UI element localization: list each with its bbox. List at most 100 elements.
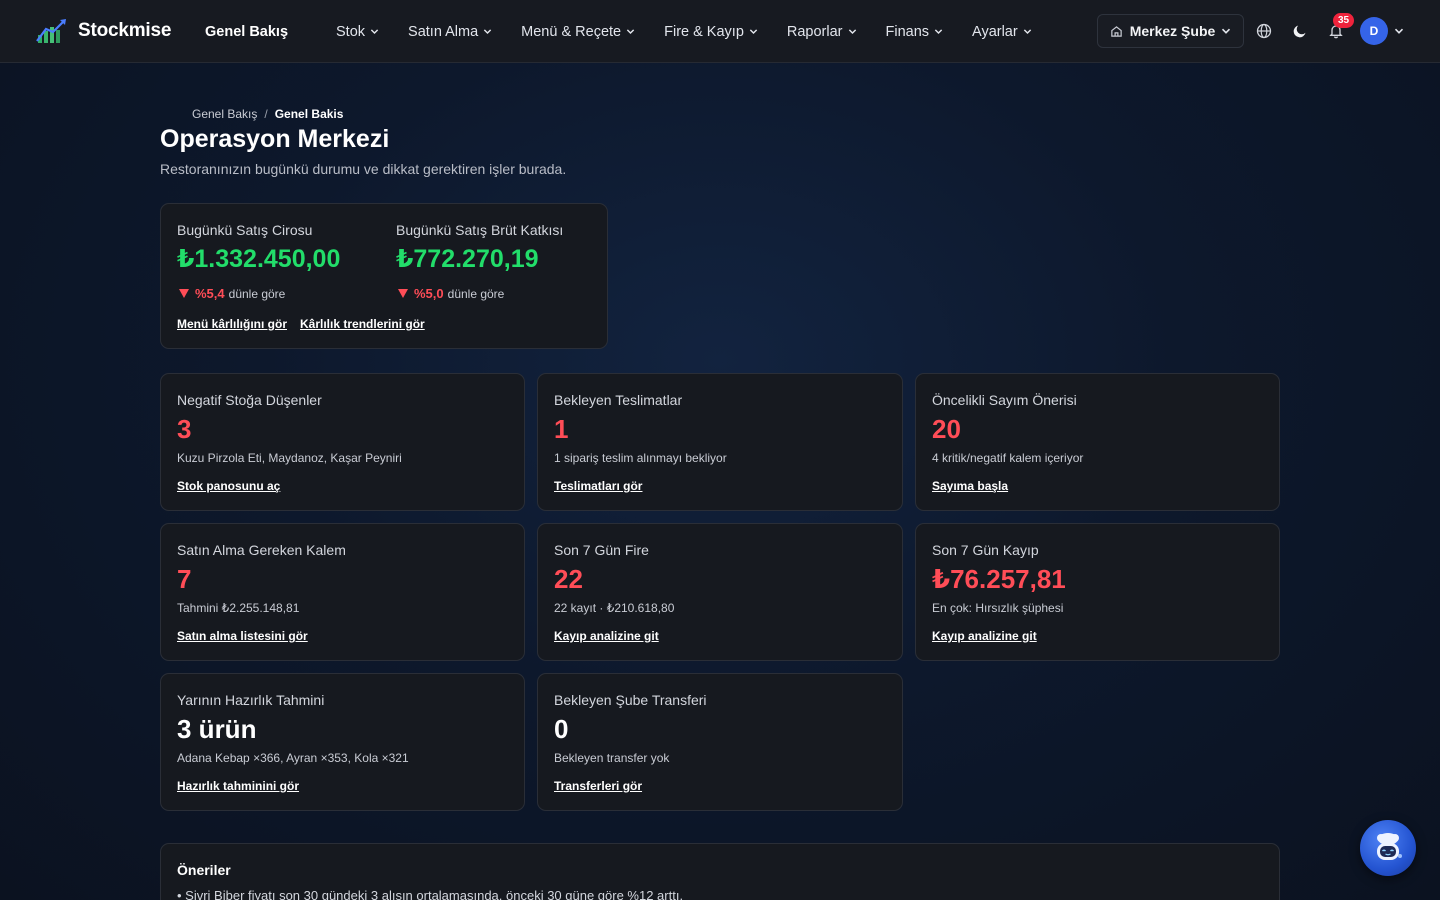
assistant-button[interactable] [1360, 820, 1416, 876]
moon-icon [1293, 25, 1306, 38]
card-value: 22 [554, 564, 583, 594]
gross-change-percent: %5,0 [414, 286, 444, 301]
chevron-down-icon[interactable] [1394, 26, 1404, 36]
card-description: 22 kayıt · ₺210.618,80 [554, 601, 675, 615]
bar-chart-logo-icon [36, 19, 66, 43]
card-label: Satın Alma Gereken Kalem [177, 542, 346, 558]
transfers-link[interactable]: Transferleri gör [554, 779, 642, 793]
revenue-value: ₺1.332.450,00 [177, 245, 341, 273]
kpi-card-negative-stock: Negatif Stoğa Düşenler 3 Kuzu Pirzola Et… [160, 373, 525, 511]
nav-menu-recete[interactable]: Menü & Reçete [521, 24, 635, 40]
card-label: Bekleyen Şube Transferi [554, 692, 707, 708]
menu-profitability-link[interactable]: Menü kârlılığını gör [177, 317, 287, 331]
card-value: 3 ürün [177, 714, 257, 744]
chevron-down-icon [370, 29, 379, 35]
chevron-down-icon [749, 29, 758, 35]
chevron-down-icon [848, 29, 856, 35]
nav-label: Raporlar [786, 23, 843, 40]
gross-value: ₺772.270,19 [396, 245, 539, 273]
card-description: Tahmini ₺2.255.148,81 [177, 601, 300, 615]
nav-raporlar[interactable]: Raporlar [787, 24, 857, 40]
kpi-card-prep-forecast: Yarının Hazırlık Tahmini 3 ürün Adana Ke… [160, 673, 525, 811]
notification-count-badge: 35 [1333, 13, 1354, 28]
card-value: 3 [177, 414, 192, 444]
nav-label: Ayarlar [972, 23, 1018, 40]
card-value: ₺76.257,81 [932, 564, 1066, 594]
revenue-change-percent: %5,4 [195, 286, 225, 301]
nav-label: Satın Alma [408, 23, 479, 40]
chevron-down-icon [483, 29, 492, 35]
start-count-link[interactable]: Sayıma başla [932, 479, 1008, 493]
revenue-change-suffix: dünle göre [228, 286, 286, 301]
nav-ayarlar[interactable]: Ayarlar [972, 24, 1032, 40]
branch-selector-button[interactable]: Merkez Şube [1097, 14, 1244, 48]
globe-icon [1256, 23, 1272, 39]
nav-satin-alma[interactable]: Satın Alma [408, 24, 492, 40]
store-icon [1110, 25, 1122, 37]
revenue-label: Bugünkü Satış Cirosu [177, 222, 313, 238]
card-label: Yarının Hazırlık Tahmini [177, 692, 325, 708]
card-description: Kuzu Pirzola Eti, Maydanoz, Kaşar Peynir… [177, 451, 402, 465]
suggestions-card: Öneriler • Sivri Biber fiyatı son 30 gün… [160, 843, 1280, 900]
avatar[interactable]: D [1360, 17, 1388, 45]
avatar-initial: D [1369, 24, 1379, 38]
breadcrumb-separator: / [264, 107, 268, 121]
card-description: Bekleyen transfer yok [554, 751, 670, 765]
kpi-card-branch-transfer: Bekleyen Şube Transferi 0 Bekleyen trans… [537, 673, 903, 811]
gross-change-suffix: dünle göre [447, 286, 505, 301]
brand-name: Stockmise [78, 20, 172, 41]
sales-summary-card: Bugünkü Satış Cirosu ₺1.332.450,00 %5,4 … [160, 203, 608, 349]
card-value: 1 [554, 414, 569, 444]
card-label: Son 7 Gün Fire [554, 542, 649, 558]
brand[interactable]: Stockmise [36, 17, 171, 45]
card-value: 0 [554, 714, 569, 744]
prep-forecast-link[interactable]: Hazırlık tahminini gör [177, 779, 299, 793]
breadcrumb-current: Genel Bakis [274, 107, 344, 121]
gross-change: %5,0 dünle göre [398, 286, 504, 301]
kpi-card-purchase-needed: Satın Alma Gereken Kalem 7 Tahmini ₺2.25… [160, 523, 525, 661]
nav-label: Genel Bakış [205, 23, 289, 40]
branch-label: Merkez Şube [1129, 23, 1216, 39]
kpi-card-waste-7-days: Son 7 Gün Fire 22 22 kayıt · ₺210.618,80… [537, 523, 903, 661]
stock-dashboard-link[interactable]: Stok panosunu aç [177, 479, 280, 493]
nav-finans[interactable]: Finans [886, 24, 944, 40]
chevron-down-icon [1222, 28, 1231, 34]
card-description: Adana Kebap ×366, Ayran ×353, Kola ×321 [177, 751, 409, 765]
card-label: Son 7 Gün Kayıp [932, 542, 1039, 558]
nav-label: Stok [336, 23, 366, 40]
chevron-down-icon [626, 29, 635, 35]
purchase-list-link[interactable]: Satın alma listesini gör [177, 629, 308, 643]
nav-label: Finans [885, 23, 930, 40]
nav-stok[interactable]: Stok [336, 24, 379, 40]
gross-label: Bugünkü Satış Brüt Katkısı [396, 222, 564, 238]
triangle-down-icon [179, 289, 189, 298]
suggestion-item: • Sivri Biber fiyatı son 30 gündeki 3 al… [177, 888, 684, 900]
revenue-change: %5,4 dünle göre [179, 286, 285, 301]
card-label: Bekleyen Teslimatlar [554, 392, 683, 408]
breadcrumb-root[interactable]: Genel Bakış [192, 107, 257, 121]
kpi-card-pending-deliveries: Bekleyen Teslimatlar 1 1 sipariş teslim … [537, 373, 903, 511]
nav-genel-bakis[interactable]: Genel Bakış [205, 24, 288, 40]
theme-toggle-button[interactable] [1290, 21, 1310, 41]
profitability-trends-link[interactable]: Kârlılık trendlerini gör [300, 317, 425, 331]
loss-analysis-link[interactable]: Kayıp analizine git [554, 629, 659, 643]
card-description: En çok: Hırsızlık şüphesi [932, 601, 1064, 615]
page-title: Operasyon Merkezi [160, 125, 390, 153]
card-description: 1 sipariş teslim alınmayı bekliyor [554, 451, 727, 465]
language-button[interactable] [1254, 21, 1274, 41]
chevron-down-icon [934, 29, 943, 35]
main-nav: Genel Bakış Stok Satın Alma Menü & Reçet… [205, 0, 1032, 63]
page-subtitle: Restoranınızın bugünkü durumu ve dikkat … [160, 161, 567, 177]
kpi-card-priority-count: Öncelikli Sayım Önerisi 20 4 kritik/nega… [915, 373, 1280, 511]
card-value: 20 [932, 414, 961, 444]
breadcrumb: Genel Bakış / Genel Bakis [192, 107, 343, 121]
chef-robot-icon [1377, 833, 1402, 860]
top-navbar: Stockmise Genel Bakış Stok Satın Alma Me… [0, 0, 1440, 63]
nav-label: Fire & Kayıp [664, 23, 744, 40]
card-value: 7 [177, 564, 192, 594]
nav-label: Menü & Reçete [521, 23, 622, 40]
nav-fire-kayip[interactable]: Fire & Kayıp [664, 24, 758, 40]
deliveries-link[interactable]: Teslimatları gör [554, 479, 642, 493]
card-label: Negatif Stoğa Düşenler [177, 392, 322, 408]
loss-analysis-link[interactable]: Kayıp analizine git [932, 629, 1037, 643]
